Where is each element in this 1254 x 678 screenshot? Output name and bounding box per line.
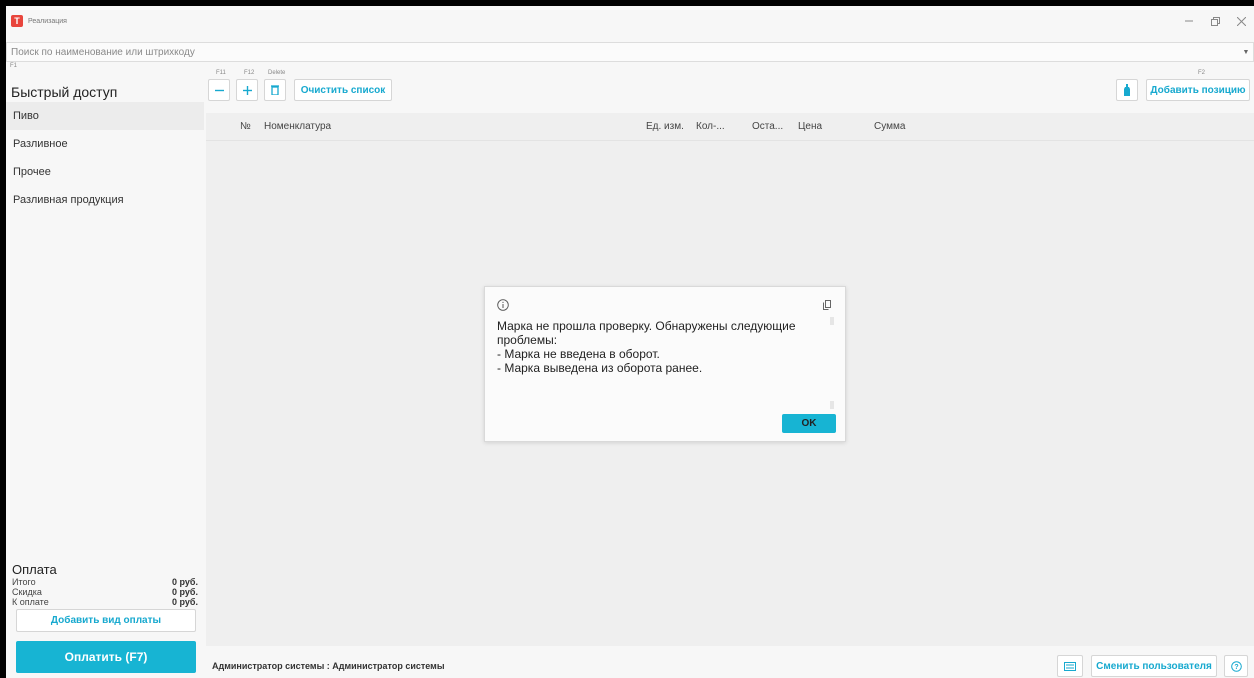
- pay-button[interactable]: Оплатить (F7): [16, 641, 196, 673]
- clear-list-button[interactable]: Очистить список: [294, 79, 392, 101]
- payment-title: Оплата: [12, 562, 57, 577]
- increase-button[interactable]: [236, 79, 258, 101]
- search-hotkey-hint: F1: [10, 63, 18, 69]
- search-input[interactable]: [7, 43, 1239, 61]
- column-header-number[interactable]: №: [240, 113, 251, 141]
- quick-access-panel: Быстрый доступ Пиво Разливное Прочее Раз…: [6, 76, 204, 678]
- payment-row-value: 0 руб.: [172, 597, 198, 607]
- payment-row-label: К оплате: [12, 597, 49, 607]
- chevron-down-icon[interactable]: ▼: [1239, 49, 1253, 56]
- info-icon: [497, 299, 509, 311]
- column-header-nomenclature[interactable]: Номенклатура: [264, 113, 331, 141]
- ok-button[interactable]: OK: [782, 414, 836, 433]
- minus-icon: [214, 89, 224, 91]
- column-header-stock[interactable]: Оста...: [752, 113, 783, 141]
- minimize-icon: [1185, 20, 1193, 22]
- hotkey-hint-delete: Delete: [268, 70, 286, 76]
- dialog-scrollbar[interactable]: [830, 317, 834, 325]
- column-header-sum[interactable]: Сумма: [874, 113, 905, 141]
- payment-row-label: Итого: [12, 577, 36, 587]
- payment-due-row: К оплате 0 руб.: [12, 597, 198, 607]
- plus-icon: [242, 85, 252, 95]
- app-window: Т Реализация ▼ F1 F11 F12 Delete F2 Очис…: [6, 6, 1254, 678]
- payment-row-label: Скидка: [12, 587, 42, 597]
- bottle-button[interactable]: [1116, 79, 1138, 101]
- payment-row-value: 0 руб.: [172, 587, 198, 597]
- table-header: № Номенклатура Ед. изм. Кол-... Оста... …: [206, 113, 1254, 141]
- window-controls: [1176, 6, 1254, 36]
- delete-button[interactable]: [264, 79, 286, 101]
- keyboard-icon: [1064, 661, 1076, 671]
- keyboard-button[interactable]: [1057, 655, 1083, 677]
- quick-access-item[interactable]: Разливная продукция: [6, 186, 204, 214]
- quick-access-title: Быстрый доступ: [11, 84, 118, 100]
- title-bar: Т Реализация: [6, 6, 1254, 36]
- close-icon: [1236, 16, 1246, 26]
- dialog-message: Марка не прошла проверку. Обнаружены сле…: [497, 319, 796, 375]
- change-user-button[interactable]: Сменить пользователя: [1091, 655, 1217, 677]
- minimize-button[interactable]: [1176, 6, 1202, 36]
- window-title: Реализация: [28, 17, 67, 25]
- copy-icon[interactable]: [823, 300, 831, 310]
- trash-icon: [271, 85, 279, 95]
- hotkey-hint-add: F2: [1198, 70, 1206, 76]
- add-position-button[interactable]: Добавить позицию: [1146, 79, 1250, 101]
- hotkey-hint-plus: F12: [244, 70, 255, 76]
- hotkey-hint-minus: F11: [216, 70, 226, 76]
- quick-access-list: Пиво Разливное Прочее Разливная продукци…: [6, 102, 204, 214]
- quick-access-item[interactable]: Пиво: [6, 102, 204, 130]
- validation-dialog: Марка не прошла проверку. Обнаружены сле…: [484, 286, 846, 442]
- quick-access-item[interactable]: Прочее: [6, 158, 204, 186]
- quick-access-item[interactable]: Разливное: [6, 130, 204, 158]
- payment-discount-row: Скидка 0 руб.: [12, 587, 198, 597]
- decrease-button[interactable]: [208, 79, 230, 101]
- payment-total-row: Итого 0 руб.: [12, 577, 198, 587]
- column-header-unit[interactable]: Ед. изм.: [646, 113, 684, 141]
- close-button[interactable]: [1228, 6, 1254, 36]
- dialog-scrollbar[interactable]: [830, 401, 834, 409]
- column-header-price[interactable]: Цена: [798, 113, 822, 141]
- restore-button[interactable]: [1202, 6, 1228, 36]
- add-payment-type-button[interactable]: Добавить вид оплаты: [16, 609, 196, 632]
- search-bar: ▼: [6, 42, 1254, 62]
- svg-text:?: ?: [1234, 664, 1238, 671]
- current-user-label: Администратор системы : Администратор си…: [212, 661, 445, 671]
- app-logo-icon: Т: [11, 15, 23, 27]
- payment-row-value: 0 руб.: [172, 577, 198, 587]
- bottle-icon: [1124, 84, 1130, 96]
- restore-icon: [1210, 16, 1220, 26]
- help-icon: ?: [1230, 660, 1242, 672]
- column-header-quantity[interactable]: Кол-...: [696, 113, 725, 141]
- help-button[interactable]: ?: [1224, 655, 1248, 677]
